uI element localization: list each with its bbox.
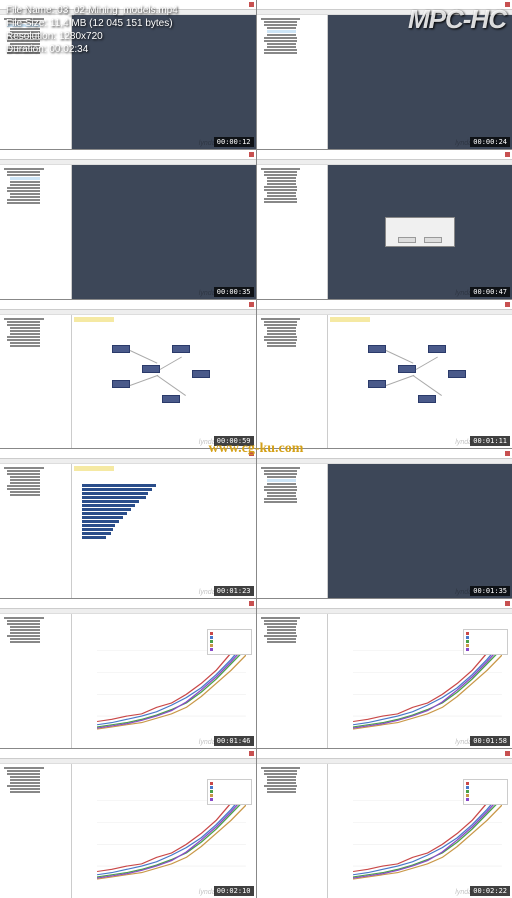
timestamp: 00:00:59 — [214, 436, 254, 446]
network-node[interactable] — [192, 370, 210, 378]
dependency-network — [328, 315, 512, 449]
thumbnail[interactable]: lynda 00:01:46 — [0, 599, 256, 748]
thumbnail[interactable]: lynda 00:02:22 — [257, 749, 512, 898]
thumbnail-grid: lynda 00:00:12 lynda 00:00:24 lynda 00:0… — [0, 0, 512, 898]
network-node[interactable] — [162, 395, 180, 403]
content-panel — [72, 464, 256, 598]
chart-legend — [463, 779, 508, 805]
file-size-value: 11,4 MB (12 045 151 bytes) — [50, 18, 173, 29]
thumbnail[interactable]: lynda 00:00:47 — [257, 150, 512, 299]
tree-panel — [0, 764, 72, 898]
content-panel — [72, 764, 256, 898]
file-metadata: File Name: 03_02-Mining_models.mp4 File … — [6, 4, 178, 56]
timestamp: 00:02:22 — [470, 886, 510, 896]
window-titlebar — [0, 599, 256, 609]
network-node[interactable] — [142, 365, 160, 373]
chart-legend — [463, 629, 508, 655]
network-node[interactable] — [428, 345, 446, 353]
timestamp: 00:00:47 — [470, 287, 510, 297]
window-titlebar — [0, 150, 256, 160]
tree-panel — [257, 315, 329, 449]
network-node[interactable] — [418, 395, 436, 403]
content-panel — [72, 165, 256, 299]
chart-legend — [207, 779, 252, 805]
tree-panel — [257, 464, 329, 598]
content-panel — [328, 464, 512, 598]
network-node[interactable] — [112, 345, 130, 353]
content-panel — [72, 315, 256, 449]
tree-panel — [0, 165, 72, 299]
tree-panel — [257, 764, 329, 898]
window-titlebar — [0, 449, 256, 459]
network-node[interactable] — [172, 345, 190, 353]
thumbnail[interactable]: lynda 00:02:10 — [0, 749, 256, 898]
thumbnail[interactable]: lynda 00:01:11 — [257, 300, 512, 449]
thumbnail[interactable]: lynda 00:01:58 — [257, 599, 512, 748]
network-node[interactable] — [368, 345, 386, 353]
dialog-cancel-button[interactable] — [424, 237, 442, 243]
content-panel — [328, 165, 512, 299]
network-node[interactable] — [112, 380, 130, 388]
tree-panel — [257, 614, 329, 748]
window-titlebar — [257, 749, 512, 759]
network-node[interactable] — [448, 370, 466, 378]
timestamp: 00:00:35 — [214, 287, 254, 297]
network-node[interactable] — [368, 380, 386, 388]
player-name: MPC-HC — [408, 4, 506, 56]
window-titlebar — [257, 599, 512, 609]
timestamp: 00:01:35 — [470, 586, 510, 596]
thumbnail[interactable]: lynda 00:01:23 — [0, 449, 256, 598]
content-panel — [328, 764, 512, 898]
timestamp: 00:01:58 — [470, 736, 510, 746]
tree-panel — [0, 315, 72, 449]
timestamp: 00:01:46 — [214, 736, 254, 746]
file-name-value: 03_02-Mining_models.mp4 — [57, 5, 178, 16]
timestamp: 00:00:24 — [470, 137, 510, 147]
duration-value: 00:02:34 — [49, 44, 88, 55]
network-node[interactable] — [398, 365, 416, 373]
window-titlebar — [0, 300, 256, 310]
content-panel — [328, 315, 512, 449]
content-panel — [328, 614, 512, 748]
timestamp: 00:02:10 — [214, 886, 254, 896]
timestamp: 00:00:12 — [214, 137, 254, 147]
dialog-ok-button[interactable] — [398, 237, 416, 243]
thumbnail[interactable]: lynda 00:00:35 — [0, 150, 256, 299]
video-info-overlay: File Name: 03_02-Mining_models.mp4 File … — [0, 0, 512, 60]
content-panel — [72, 614, 256, 748]
window-titlebar — [257, 300, 512, 310]
tree-panel — [0, 614, 72, 748]
resolution-value: 1280x720 — [59, 31, 103, 42]
tree-panel — [0, 464, 72, 598]
dependency-network — [72, 315, 256, 449]
modal-dialog — [385, 217, 455, 247]
timestamp: 00:01:23 — [214, 586, 254, 596]
thumbnail[interactable]: lynda 00:00:59 — [0, 300, 256, 449]
window-titlebar — [257, 150, 512, 160]
window-titlebar — [257, 449, 512, 459]
bar-chart — [82, 484, 165, 564]
window-titlebar — [0, 749, 256, 759]
thumbnail[interactable]: lynda 00:01:35 — [257, 449, 512, 598]
timestamp: 00:01:11 — [470, 436, 510, 446]
tree-panel — [257, 165, 329, 299]
chart-legend — [207, 629, 252, 655]
